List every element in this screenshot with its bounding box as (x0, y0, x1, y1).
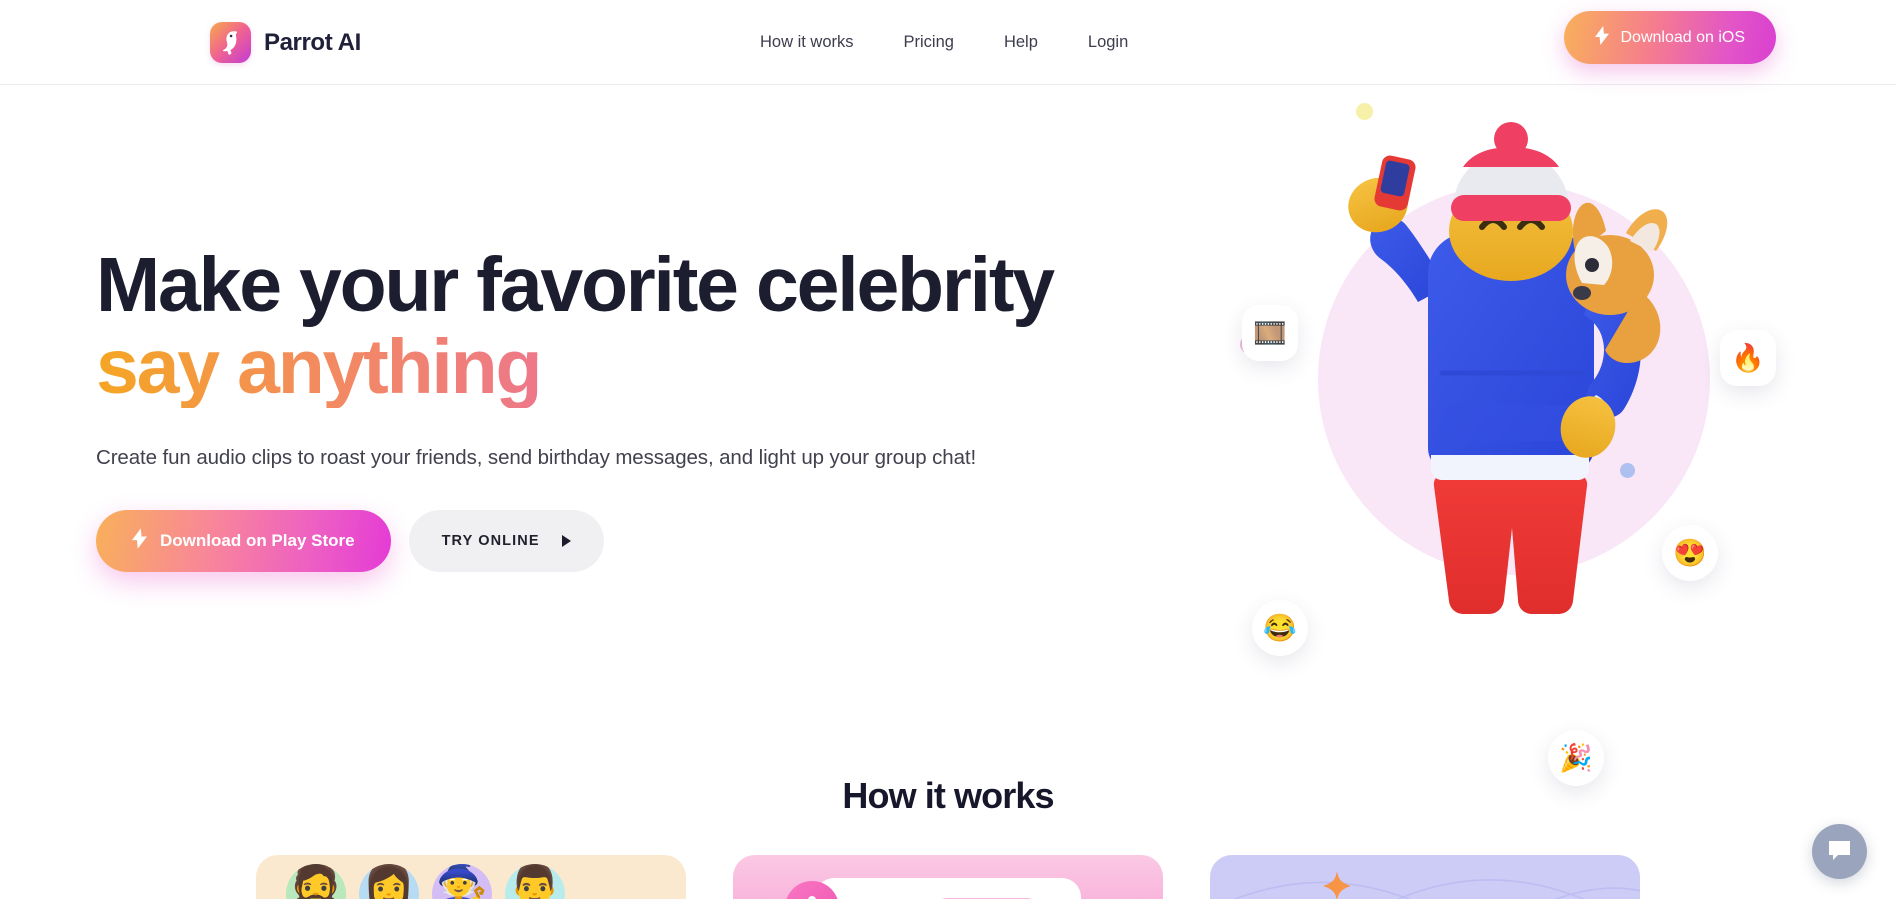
joy-badge: 😂 (1252, 600, 1308, 656)
lightning-bolt-icon (1595, 25, 1610, 50)
avatar: 🧔 (286, 864, 346, 899)
lightning-bolt-icon (132, 528, 147, 554)
record-panel (785, 878, 1081, 899)
download-play-store-label: Download on Play Store (160, 531, 355, 551)
logo-text: Parrot AI (264, 28, 361, 56)
how-it-works-cards: 🧔 👩 🧙 👨 (0, 855, 1896, 899)
record-message-card[interactable] (733, 855, 1163, 899)
nav-item-pricing[interactable]: Pricing (904, 33, 954, 52)
download-ios-button[interactable]: Download on iOS (1564, 11, 1776, 64)
hero-cta-row: Download on Play Store TRY ONLINE (96, 510, 1096, 573)
film-strip-badge: 🎞️ (1242, 305, 1298, 361)
logo[interactable]: Parrot AI (210, 22, 361, 63)
download-play-store-button[interactable]: Download on Play Store (96, 510, 391, 573)
speech-bubble-icon (1827, 839, 1852, 865)
nav-item-how-it-works[interactable]: How it works (760, 33, 854, 52)
hero-copy: Make your favorite celebrity say anythin… (96, 242, 1096, 573)
heart-eyes-badge: 😍 (1662, 525, 1718, 581)
parrot-logo-icon (210, 22, 251, 63)
try-online-label: TRY ONLINE (441, 533, 540, 550)
decorative-arcs (1233, 879, 1640, 899)
landing-page: Parrot AI How it works Pricing Help Logi… (0, 0, 1896, 899)
site-header: Parrot AI How it works Pricing Help Logi… (0, 0, 1896, 85)
avatar-row: 🧔 👩 🧙 👨 (286, 864, 565, 899)
nav-item-help[interactable]: Help (1004, 33, 1038, 52)
avatar: 👩 (359, 864, 419, 899)
page-title: Make your favorite celebrity say anythin… (96, 242, 1096, 409)
main-nav: How it works Pricing Help Login (760, 0, 1128, 85)
try-online-button[interactable]: TRY ONLINE (408, 510, 604, 573)
hero-section: Make your favorite celebrity say anythin… (0, 85, 1896, 786)
nav-item-login[interactable]: Login (1088, 33, 1128, 52)
avatar: 🧙 (432, 864, 492, 899)
download-ios-label: Download on iOS (1620, 28, 1745, 46)
generate-clip-card[interactable] (1210, 855, 1640, 899)
how-it-works-title: How it works (842, 775, 1054, 816)
headline-line-1: Make your favorite celebrity (96, 242, 1055, 328)
play-triangle-icon (561, 535, 571, 548)
chat-bubble-button[interactable] (1812, 824, 1867, 879)
microphone-icon (785, 881, 839, 899)
avatar: 👨 (505, 864, 565, 899)
headline-line-2: say anything (96, 326, 1096, 409)
choose-celebrity-card[interactable]: 🧔 👩 🧙 👨 (256, 855, 686, 899)
hero-subtitle: Create fun audio clips to roast your fri… (96, 446, 977, 470)
sparkle-icon (1323, 871, 1351, 899)
hero-illustration: 🎞️ 🔥 😍 😂 🎉 (1210, 103, 1810, 786)
fire-badge: 🔥 (1720, 330, 1776, 386)
